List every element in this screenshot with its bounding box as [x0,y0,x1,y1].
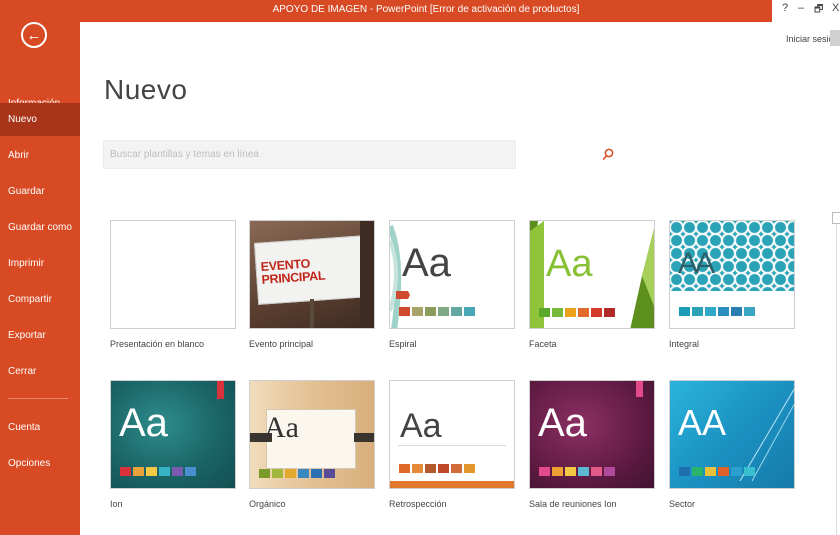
sidebar-item-cuenta[interactable]: Cuenta [0,411,80,444]
template-sample-text: Aa [538,401,587,445]
search-input[interactable] [104,141,494,168]
minimize-button[interactable]: – [798,2,804,14]
sidebar-item-guardar[interactable]: Guardar [0,175,80,208]
window-title: APOYO DE IMAGEN - PowerPoint [Error de a… [80,0,772,22]
template-sample-text: Aa [546,243,593,285]
color-swatches [679,467,755,476]
template-thumbnail[interactable]: AA [669,220,795,329]
template-label: Faceta [529,339,557,349]
template-label: Sala de reuniones Ion [529,499,617,509]
template-label: Integral [669,339,700,349]
template-sample-text: AA [678,402,727,443]
sidebar-item-opciones[interactable]: Opciones [0,447,80,480]
template-search-box [103,140,614,169]
sidebar-item-guardar-como[interactable]: Guardar como [0,211,80,244]
color-swatches [399,307,475,316]
template-thumbnail[interactable]: Aa [110,380,236,489]
page-title: Nuevo [104,74,188,105]
search-icon[interactable] [602,148,614,161]
template-thumbnail[interactable]: Aa [389,220,515,329]
color-swatches [399,464,475,473]
template-sample-text: AA [678,247,715,280]
sidebar-item-compartir[interactable]: Compartir [0,283,80,316]
help-button[interactable]: ? [782,2,788,14]
sidebar-item-cerrar[interactable]: Cerrar [0,355,80,388]
template-sample-text: Aa [402,241,451,285]
color-swatches [120,467,196,476]
color-swatches [679,307,755,316]
template-label: Espiral [389,339,417,349]
restore-button[interactable]: 🗗 [814,2,823,19]
sidebar-item-exportar[interactable]: Exportar [0,319,80,352]
template-thumbnail[interactable]: Aa [529,380,655,489]
template-label: Orgánico [249,499,286,509]
template-thumbnail[interactable] [110,220,236,329]
template-label: Ion [110,499,123,509]
avatar[interactable] [830,30,840,46]
back-arrow-icon[interactable]: ← [21,22,47,48]
color-swatches [259,469,335,478]
template-thumbnail[interactable]: Aa [249,380,375,489]
color-swatches [539,467,615,476]
template-thumbnail[interactable]: Aa [529,220,655,329]
close-button[interactable]: X [832,2,839,14]
template-thumbnail[interactable]: Aa [389,380,515,489]
sidebar-divider [8,398,68,399]
sidebar-item-imprimir[interactable]: Imprimir [0,247,80,280]
sidebar-item-nuevo[interactable]: Nuevo [0,103,80,136]
backstage-view: ← Información Nuevo Abrir Guardar Guarda… [0,0,840,535]
window-controls: ? – 🗗 X [778,2,840,22]
color-swatches [539,308,615,317]
template-sample-text: Aa [264,411,299,444]
template-label: Retrospección [389,499,447,509]
sidebar-item-abrir[interactable]: Abrir [0,139,80,172]
template-thumbnail[interactable]: EVENTO PRINCIPAL [249,220,375,329]
template-label: Evento principal [249,339,314,349]
template-sample-text: Aa [119,401,168,445]
template-label: Sector [669,499,696,509]
template-thumbnail[interactable]: AA [669,380,795,489]
template-label: Presentación en blanco [110,339,205,349]
scrollbar-arrow[interactable] [832,212,840,224]
scrollbar-track[interactable] [836,224,837,535]
backstage-sidebar: ← Información Nuevo Abrir Guardar Guarda… [0,0,80,535]
template-sample-text: Aa [400,407,442,445]
